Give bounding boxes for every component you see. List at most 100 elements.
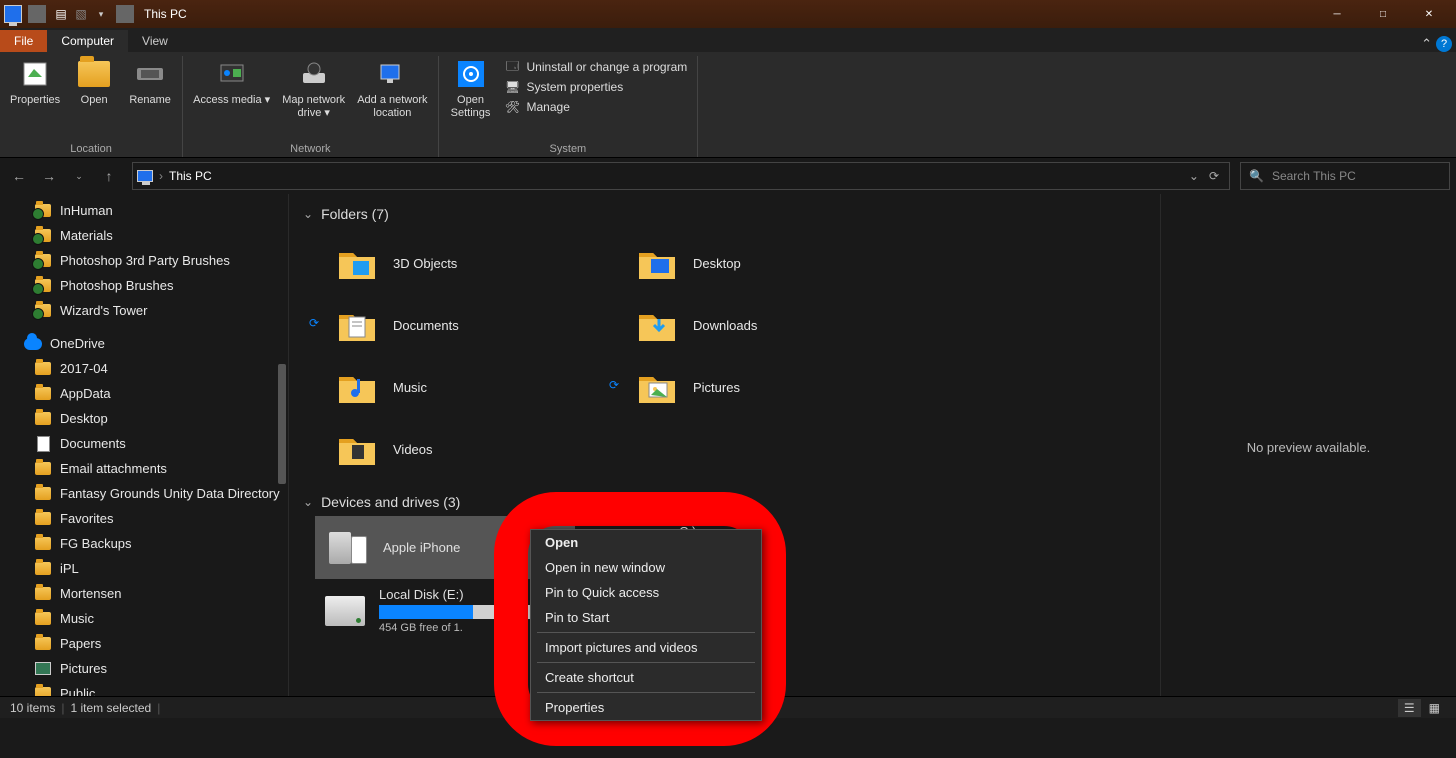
maximize-button[interactable]: □ <box>1360 0 1406 28</box>
folder-item-pictures[interactable]: ⟳Pictures <box>635 356 895 418</box>
scrollbar-thumb[interactable] <box>278 364 286 484</box>
pc-icon <box>137 170 153 182</box>
tab-computer[interactable]: Computer <box>47 30 128 52</box>
manage-label: Manage <box>527 100 570 114</box>
uninstall-label: Uninstall or change a program <box>527 60 688 74</box>
menu-item-open-in-new-window[interactable]: Open in new window <box>531 555 761 580</box>
folder-icon <box>635 303 679 347</box>
sidebar-item-label: Documents <box>60 436 126 451</box>
tiles-view-icon[interactable]: ▦ <box>1423 699 1446 717</box>
sidebar-item-ipl[interactable]: iPL <box>0 556 288 581</box>
access-media-button[interactable]: Access media ▾ <box>189 56 274 109</box>
folder-item-music[interactable]: Music <box>335 356 595 418</box>
rename-button[interactable]: Rename <box>124 56 176 109</box>
minimize-button[interactable]: ─ <box>1314 0 1360 28</box>
menu-item-create-shortcut[interactable]: Create shortcut <box>531 665 761 690</box>
folder-icon <box>34 385 52 403</box>
add-network-label: Add a network location <box>357 94 427 120</box>
folder-icon <box>34 610 52 628</box>
forward-button[interactable]: → <box>36 163 62 189</box>
document-icon <box>34 435 52 453</box>
sidebar-item-onedrive[interactable]: OneDrive <box>0 331 288 356</box>
add-network-button[interactable]: Add a network location <box>353 56 431 122</box>
recent-button[interactable]: ⌄ <box>66 163 92 189</box>
sidebar-item-desktop[interactable]: Desktop <box>0 406 288 431</box>
open-button[interactable]: Open <box>68 56 120 109</box>
sidebar-item-fantasy-grounds-unity-data-directory[interactable]: Fantasy Grounds Unity Data Directory <box>0 481 288 506</box>
folder-label: Videos <box>393 442 433 457</box>
group-location-label: Location <box>6 141 176 157</box>
folder-icon <box>34 227 52 245</box>
back-button[interactable]: ← <box>6 163 32 189</box>
sidebar-item-label: Mortensen <box>60 586 121 601</box>
search-icon: 🔍 <box>1249 169 1264 183</box>
folder-icon <box>335 303 379 347</box>
qat-newfolder-icon[interactable]: ▧ <box>72 5 90 23</box>
sidebar-item-wizard-s-tower[interactable]: Wizard's Tower <box>0 298 288 323</box>
tab-file[interactable]: File <box>0 30 47 52</box>
help-icon[interactable]: ? <box>1436 36 1452 52</box>
system-properties-button[interactable]: 🖥System properties <box>501 78 692 96</box>
sidebar-item-appdata[interactable]: AppData <box>0 381 288 406</box>
folder-item-3d-objects[interactable]: 3D Objects <box>335 232 595 294</box>
folder-item-desktop[interactable]: Desktop <box>635 232 895 294</box>
tab-view[interactable]: View <box>128 30 182 52</box>
close-button[interactable]: ✕ <box>1406 0 1452 28</box>
system-menu-icon[interactable] <box>4 5 22 23</box>
group-system-label: System <box>445 141 692 157</box>
sidebar-item-photoshop-3rd-party-brushes[interactable]: Photoshop 3rd Party Brushes <box>0 248 288 273</box>
sidebar-item-mortensen[interactable]: Mortensen <box>0 581 288 606</box>
folder-label: Desktop <box>693 256 741 271</box>
address-bar[interactable]: › This PC ⌄ ⟳ <box>132 162 1230 190</box>
folder-icon <box>34 460 52 478</box>
folder-icon <box>335 427 379 471</box>
sidebar-item-inhuman[interactable]: InHuman <box>0 198 288 223</box>
uninstall-button[interactable]: 🗔Uninstall or change a program <box>501 58 692 76</box>
sidebar-item-papers[interactable]: Papers <box>0 631 288 656</box>
search-input[interactable]: 🔍 Search This PC <box>1240 162 1450 190</box>
manage-button[interactable]: 🛠Manage <box>501 98 692 116</box>
sidebar-item-email-attachments[interactable]: Email attachments <box>0 456 288 481</box>
address-history-icon[interactable]: ⌄ <box>1189 169 1199 183</box>
sidebar-item-favorites[interactable]: Favorites <box>0 506 288 531</box>
menu-item-pin-to-quick-access[interactable]: Pin to Quick access <box>531 580 761 605</box>
menu-item-pin-to-start[interactable]: Pin to Start <box>531 605 761 630</box>
menu-item-properties[interactable]: Properties <box>531 695 761 720</box>
qat-properties-icon[interactable]: ▤ <box>52 5 70 23</box>
sidebar-item-photoshop-brushes[interactable]: Photoshop Brushes <box>0 273 288 298</box>
folder-item-documents[interactable]: ⟳Documents <box>335 294 595 356</box>
menu-item-open[interactable]: Open <box>531 530 761 555</box>
open-settings-button[interactable]: Open Settings <box>445 56 497 122</box>
phone-icon <box>325 530 369 566</box>
menu-item-import-pictures-and-videos[interactable]: Import pictures and videos <box>531 635 761 660</box>
breadcrumb[interactable]: This PC <box>169 169 212 183</box>
refresh-icon[interactable]: ⟳ <box>1209 169 1219 183</box>
sidebar-item-fg-backups[interactable]: FG Backups <box>0 531 288 556</box>
folder-item-downloads[interactable]: Downloads <box>635 294 895 356</box>
sidebar-item-music[interactable]: Music <box>0 606 288 631</box>
qat-dropdown-icon[interactable]: ▾ <box>92 5 110 23</box>
map-drive-button[interactable]: Map network drive ▾ <box>278 56 349 122</box>
access-media-label: Access media ▾ <box>193 94 270 107</box>
folder-icon <box>34 410 52 428</box>
sidebar-item-label: Desktop <box>60 411 108 426</box>
up-button[interactable]: ↑ <box>96 163 122 189</box>
sidebar-item-pictures[interactable]: Pictures <box>0 656 288 681</box>
folder-item-videos[interactable]: Videos <box>335 418 595 480</box>
sidebar-item-label: OneDrive <box>50 336 105 351</box>
window-title: This PC <box>144 7 187 21</box>
sidebar-item-label: Favorites <box>60 511 113 526</box>
folder-label: Music <box>393 380 427 395</box>
folders-header[interactable]: Folders (7) <box>295 202 1160 226</box>
drives-header[interactable]: Devices and drives (3) <box>295 490 1160 514</box>
folder-label: Documents <box>393 318 459 333</box>
details-view-icon[interactable]: ☰ <box>1398 699 1421 717</box>
sidebar[interactable]: InHuman Materials Photoshop 3rd Party Brus… <box>0 194 288 700</box>
sidebar-item-2017-04[interactable]: 2017-04 <box>0 356 288 381</box>
sidebar-item-documents[interactable]: Documents <box>0 431 288 456</box>
sidebar-item-materials[interactable]: Materials <box>0 223 288 248</box>
properties-button[interactable]: Properties <box>6 56 64 109</box>
sidebar-item-label: Materials <box>60 228 113 243</box>
ribbon-collapse-icon[interactable]: ⌃ <box>1421 36 1432 52</box>
sidebar-item-label: Photoshop Brushes <box>60 278 173 293</box>
